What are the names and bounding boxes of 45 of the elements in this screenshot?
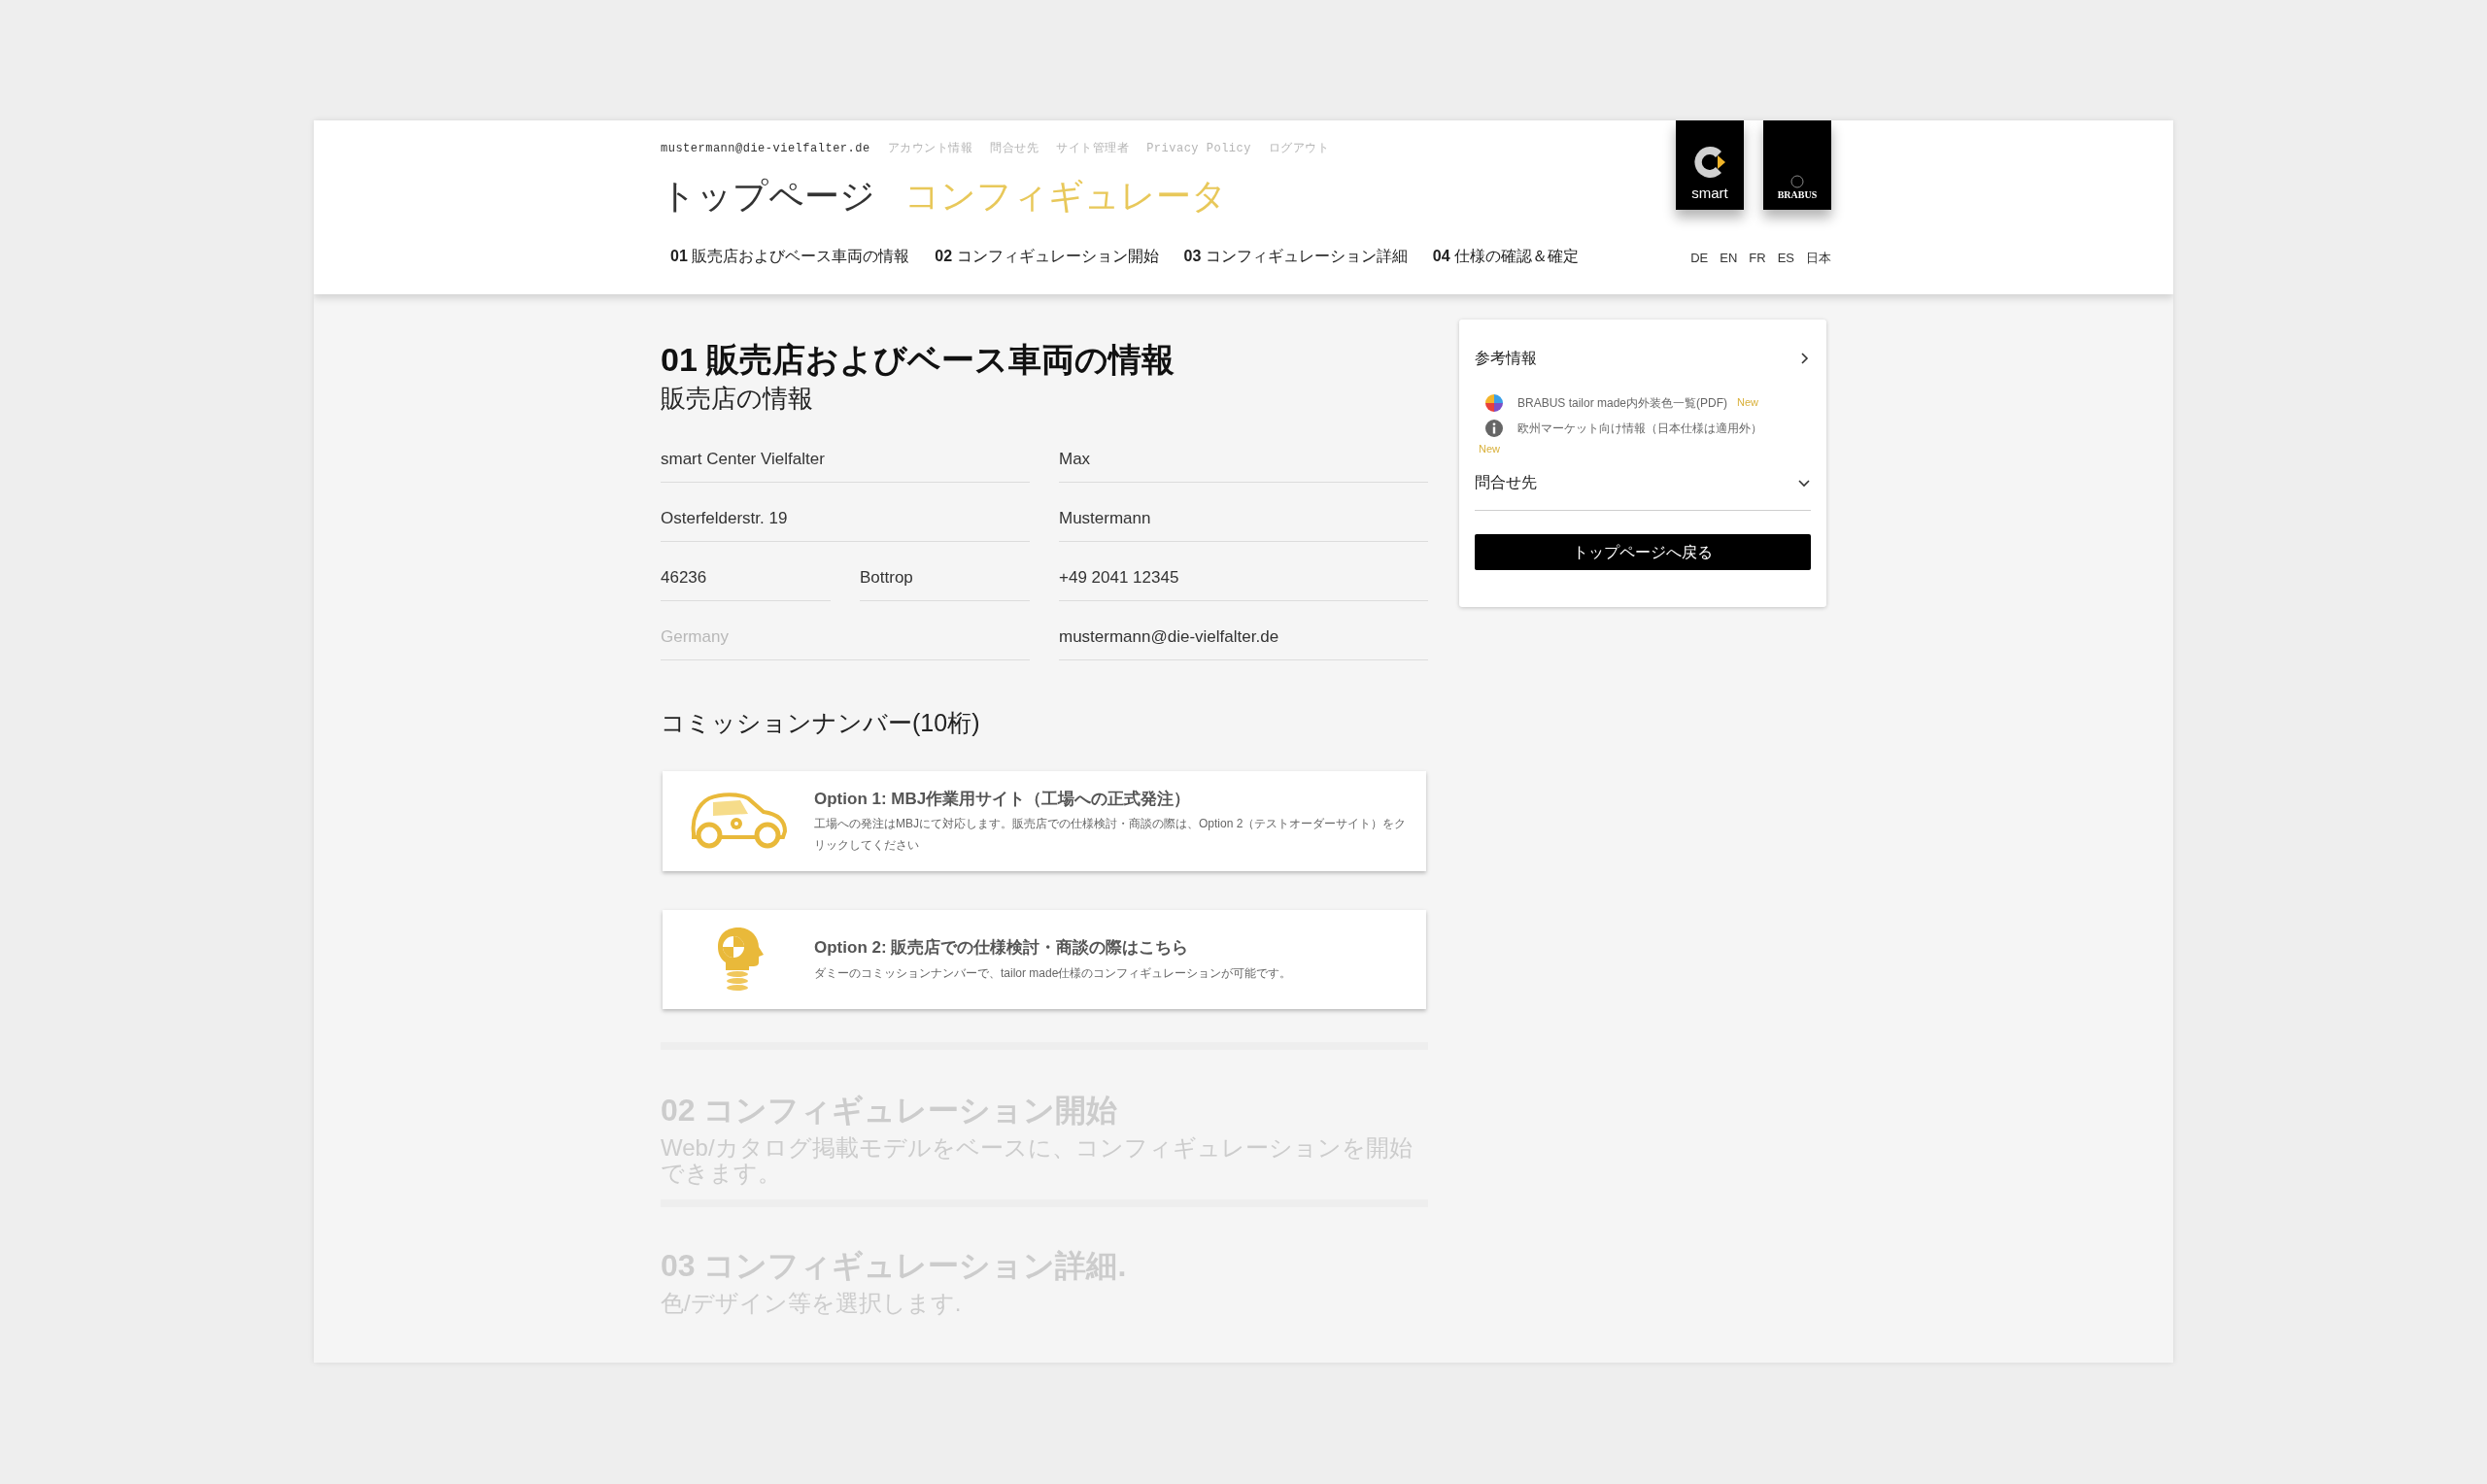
accordion-header[interactable]: 問合せ先	[1475, 471, 1811, 494]
logo-text: smart	[1691, 186, 1728, 200]
reference-link[interactable]: BRABUS tailor made内外装色一覧(PDF)	[1517, 396, 1728, 410]
back-to-top-button[interactable]: トップページへ戻る	[1475, 534, 1811, 570]
color-wheel-icon	[1484, 393, 1504, 413]
language-link[interactable]: FR	[1749, 249, 1766, 268]
commission-heading: コミッションナンバー(10桁)	[661, 708, 981, 738]
text-field[interactable]: Mustermann	[1059, 483, 1428, 542]
language-link[interactable]: DE	[1690, 249, 1709, 268]
option-card[interactable]: Option 2: 販売店での仕様検討・商談の際はこちら ダミーのコミッションナンバーで、tailor made仕様のコンフィギュレーションが可能です。	[663, 910, 1426, 1009]
logo-text: BRABUS	[1777, 190, 1818, 200]
option-description: ダミーのコミッションナンバーで、tailor made仕様のコンフィギュレーションが可能です。	[814, 964, 1292, 982]
text-field[interactable]: Bottrop	[860, 542, 1030, 601]
smart-logo[interactable]: smart	[1676, 120, 1744, 210]
step-nav-link[interactable]: 03 コンフィギュレーション詳細	[1183, 245, 1408, 268]
section-heading: 01 販売店およびベース車両の情報	[661, 340, 1176, 380]
page-subtitle: コンフィギュレータ	[904, 179, 1227, 214]
text-field[interactable]: Max	[1059, 423, 1428, 483]
option-description: 工場への発注はMBJにて対応します。販売店での仕様検討・商談の際は、Option 2（テストオーダーサイト）をクリックしてください	[814, 816, 1408, 854]
language-link[interactable]: ES	[1777, 249, 1794, 268]
new-label: New	[1737, 396, 1759, 408]
page-title: トップページ	[661, 179, 875, 214]
emblem-icon	[1790, 175, 1804, 188]
section-subheading: 販売店の情報	[661, 382, 814, 414]
option-title: Option 1: MBJ作業用サイト（工場への正式発注）	[814, 788, 1192, 810]
text-field[interactable]: smart Center Vielfalter	[661, 423, 1030, 483]
text-field[interactable]: Osterfelderstr. 19	[661, 483, 1030, 542]
user-email: mustermann@die-vielfalter.de	[661, 141, 870, 157]
new-label: New	[1479, 443, 1500, 455]
info-icon	[1484, 419, 1504, 438]
step-nav-link[interactable]: 02 コンフィギュレーション開始	[935, 245, 1159, 268]
brabus-logo[interactable]: BRABUS	[1763, 120, 1831, 210]
step-nav-link[interactable]: 04 仕様の確認＆確定	[1432, 245, 1579, 268]
text-field[interactable]: Germany	[661, 601, 1030, 660]
option-title: Option 2: 販売店での仕様検討・商談の際はこちら	[814, 937, 1190, 960]
text-field[interactable]: mustermann@die-vielfalter.de	[1059, 601, 1428, 660]
text-field[interactable]: 46236	[661, 542, 831, 601]
language-link[interactable]: EN	[1720, 249, 1738, 268]
accordion-header[interactable]: 参考情報	[1475, 347, 1811, 370]
text-field[interactable]: +49 2041 12345	[1059, 542, 1428, 601]
option-card[interactable]: Option 1: MBJ作業用サイト（工場への正式発注） 工場への発注はMBJにて対応します。販売店での仕様検討・商談の際は、Option 2（テストオーダーサイト）をクリックしてください	[663, 770, 1426, 871]
smart-emblem-icon	[1692, 145, 1727, 180]
reference-link[interactable]: 欧州マーケット向け情報（日本仕様は適用外）	[1517, 422, 1762, 435]
step-nav-link[interactable]: 01 販売店およびベース車両の情報	[670, 245, 910, 268]
language-link[interactable]: 日本	[1806, 249, 1831, 268]
